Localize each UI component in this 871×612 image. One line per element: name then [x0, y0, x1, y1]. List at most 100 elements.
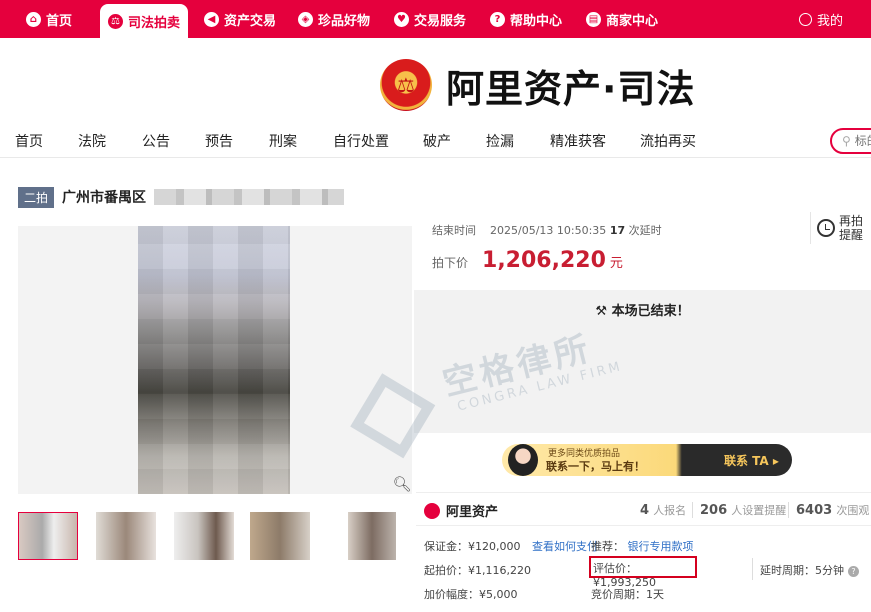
auction-ended-panel: ⚒ 本场已结束！	[414, 290, 871, 433]
thumbnail[interactable]	[250, 512, 310, 560]
nav-treasure-label: 珍品好物	[318, 13, 371, 29]
main-listing-image[interactable]	[18, 226, 412, 494]
reminder-label-1: 再拍	[839, 214, 864, 228]
view-number: 6403	[796, 503, 833, 518]
nav-my-account-label: 我的	[816, 13, 843, 29]
question-icon[interactable]: ?	[848, 566, 859, 577]
subnav-courts[interactable]: 法院	[78, 131, 106, 151]
thumbnail[interactable]	[348, 512, 396, 560]
user-icon	[798, 12, 812, 26]
increment: 加价幅度：¥5,000	[424, 588, 518, 601]
subnav-bargains[interactable]: 捡漏	[486, 131, 514, 151]
start-price: 起拍价：¥1,116,220	[424, 564, 531, 577]
thumbnail-strip	[18, 512, 412, 560]
recommend-label: 推荐：	[591, 540, 624, 553]
reauction-reminder-button[interactable]: 再拍 提醒	[810, 212, 871, 244]
final-price-row: 拍下价 1,206,220 元	[432, 248, 623, 273]
alarm-clock-icon	[817, 219, 835, 237]
treasure-icon: ◈	[298, 11, 313, 27]
subnav-announcements[interactable]: 公告	[142, 131, 170, 151]
view-label: 次围观	[836, 504, 870, 517]
nav-merchant-center[interactable]: ▤ 商家中心	[586, 0, 658, 38]
home-icon: ⌂	[26, 11, 41, 27]
zoom-icon[interactable]: 🔍︎	[392, 474, 412, 494]
divider	[788, 502, 789, 518]
nav-home-label: 首页	[46, 13, 73, 29]
recommend-row: 推荐： 银行专用款项	[591, 538, 694, 554]
view-count: 6403 次围观	[796, 502, 869, 518]
price-unit: 元	[609, 256, 623, 271]
agent-avatar	[508, 444, 538, 476]
ali-asset-logo-icon	[424, 502, 440, 519]
divider	[692, 502, 693, 518]
evaluation-price: 评估价：¥1,993,250	[593, 562, 656, 589]
banner-line-2: 联系一下，马上有！	[546, 460, 645, 473]
subnav-rebuy[interactable]: 流拍再买	[640, 131, 696, 151]
contact-banner[interactable]: 更多同类优质拍品 联系一下，马上有！ 联系 TA ▸	[502, 444, 792, 476]
subnav-bankruptcy[interactable]: 破产	[423, 131, 451, 151]
subnav-home[interactable]: 首页	[15, 131, 43, 151]
final-price: 1,206,220	[482, 248, 606, 273]
subnav-preview[interactable]: 预告	[205, 131, 233, 151]
site-logo[interactable]: 阿里资产·司法	[380, 56, 695, 114]
divider	[752, 558, 753, 580]
reminder-count: 206 人设置提醒	[700, 502, 786, 518]
thumbnail[interactable]	[18, 512, 78, 560]
delay-period: 延时周期：5分钟	[760, 564, 844, 577]
thumbnail[interactable]	[96, 512, 156, 560]
secondary-nav: 首页 法院 公告 预告 刑案 自行处置 破产 捡漏 精准获客 流拍再买	[0, 124, 871, 158]
court-emblem-logo-icon	[380, 59, 432, 111]
nav-judicial-auction-label: 司法拍卖	[128, 15, 181, 31]
help-icon: ?	[490, 11, 505, 27]
stats-row: 阿里资产 4 人报名 206 人设置提醒 6403 次围观	[416, 492, 871, 526]
subnav-criminal[interactable]: 刑案	[269, 131, 297, 151]
subnav-self-disposal[interactable]: 自行处置	[333, 131, 389, 151]
signup-label: 人报名	[653, 504, 687, 517]
signup-number: 4	[640, 503, 650, 518]
signup-count: 4 人报名	[640, 502, 686, 518]
nav-merchant-center-label: 商家中心	[606, 13, 659, 29]
end-time-row: 结束时间 2025/05/13 10:50:35 17 次延时	[432, 222, 662, 238]
nav-treasure[interactable]: ◈ 珍品好物	[298, 0, 370, 38]
bank-account-link[interactable]: 银行专用款项	[628, 540, 694, 553]
court-emblem-icon: ⚖	[108, 13, 123, 29]
how-to-pay-link[interactable]: 查看如何支付	[532, 540, 598, 553]
listing-title-row: 二拍 广州市番禺区	[18, 186, 345, 208]
gavel-icon: ⚒	[595, 304, 612, 319]
thumbnail[interactable]	[174, 512, 234, 560]
evaluation-price-highlight: 评估价：¥1,993,250	[589, 556, 697, 589]
contact-ta-button[interactable]: 联系 TA ▸	[724, 452, 779, 469]
ali-asset-brand[interactable]: 阿里资产	[424, 501, 498, 520]
deposit-row: 保证金：¥120,000 查看如何支付	[424, 538, 598, 554]
subnav-precise-customers[interactable]: 精准获客	[550, 131, 606, 151]
nav-asset-trade[interactable]: ◀ 资产交易	[204, 0, 276, 38]
search-input[interactable]	[854, 134, 871, 148]
nav-asset-trade-label: 资产交易	[224, 13, 277, 29]
auction-ended-notice: ⚒ 本场已结束！	[414, 300, 871, 319]
bid-period: 竞价周期：1天	[591, 588, 664, 601]
search-box[interactable]: ⚲	[830, 128, 871, 154]
auction-round-badge: 二拍	[18, 186, 55, 208]
deposit-text: 保证金：¥120,000	[424, 540, 521, 553]
auction-ended-text: 本场已结束！	[611, 304, 690, 319]
nav-trade-service[interactable]: ♥ 交易服务	[394, 0, 466, 38]
search-icon: ⚲	[842, 134, 851, 148]
nav-help-center-label: 帮助中心	[510, 13, 563, 29]
delay-period-row: 延时周期：5分钟?	[760, 562, 859, 578]
logo-text: 阿里资产·司法	[446, 66, 696, 111]
top-nav-bar: ⌂ 首页 ⚖ 司法拍卖 ◀ 资产交易 ◈ 珍品好物 ♥ 交易服务 ? 帮助中心 …	[0, 0, 871, 38]
nav-my-account[interactable]: 我的	[798, 0, 843, 38]
nav-home[interactable]: ⌂ 首页	[26, 0, 72, 38]
reminder-label-2: 提醒	[839, 228, 864, 242]
end-time-value: 2025/05/13 10:50:35 17 次延时	[490, 222, 662, 238]
ali-asset-brand-text: 阿里资产	[446, 505, 499, 520]
delay-label: 次延时	[628, 224, 662, 237]
listing-title: 广州市番禺区	[62, 190, 147, 206]
merchant-icon: ▤	[586, 11, 601, 27]
asset-icon: ◀	[204, 11, 219, 27]
nav-trade-service-label: 交易服务	[414, 13, 467, 29]
nav-help-center[interactable]: ? 帮助中心	[490, 0, 562, 38]
nav-judicial-auction[interactable]: ⚖ 司法拍卖	[100, 4, 189, 38]
pixelated-photo	[138, 226, 290, 494]
end-time: 2025/05/13 10:50:35	[490, 224, 607, 237]
